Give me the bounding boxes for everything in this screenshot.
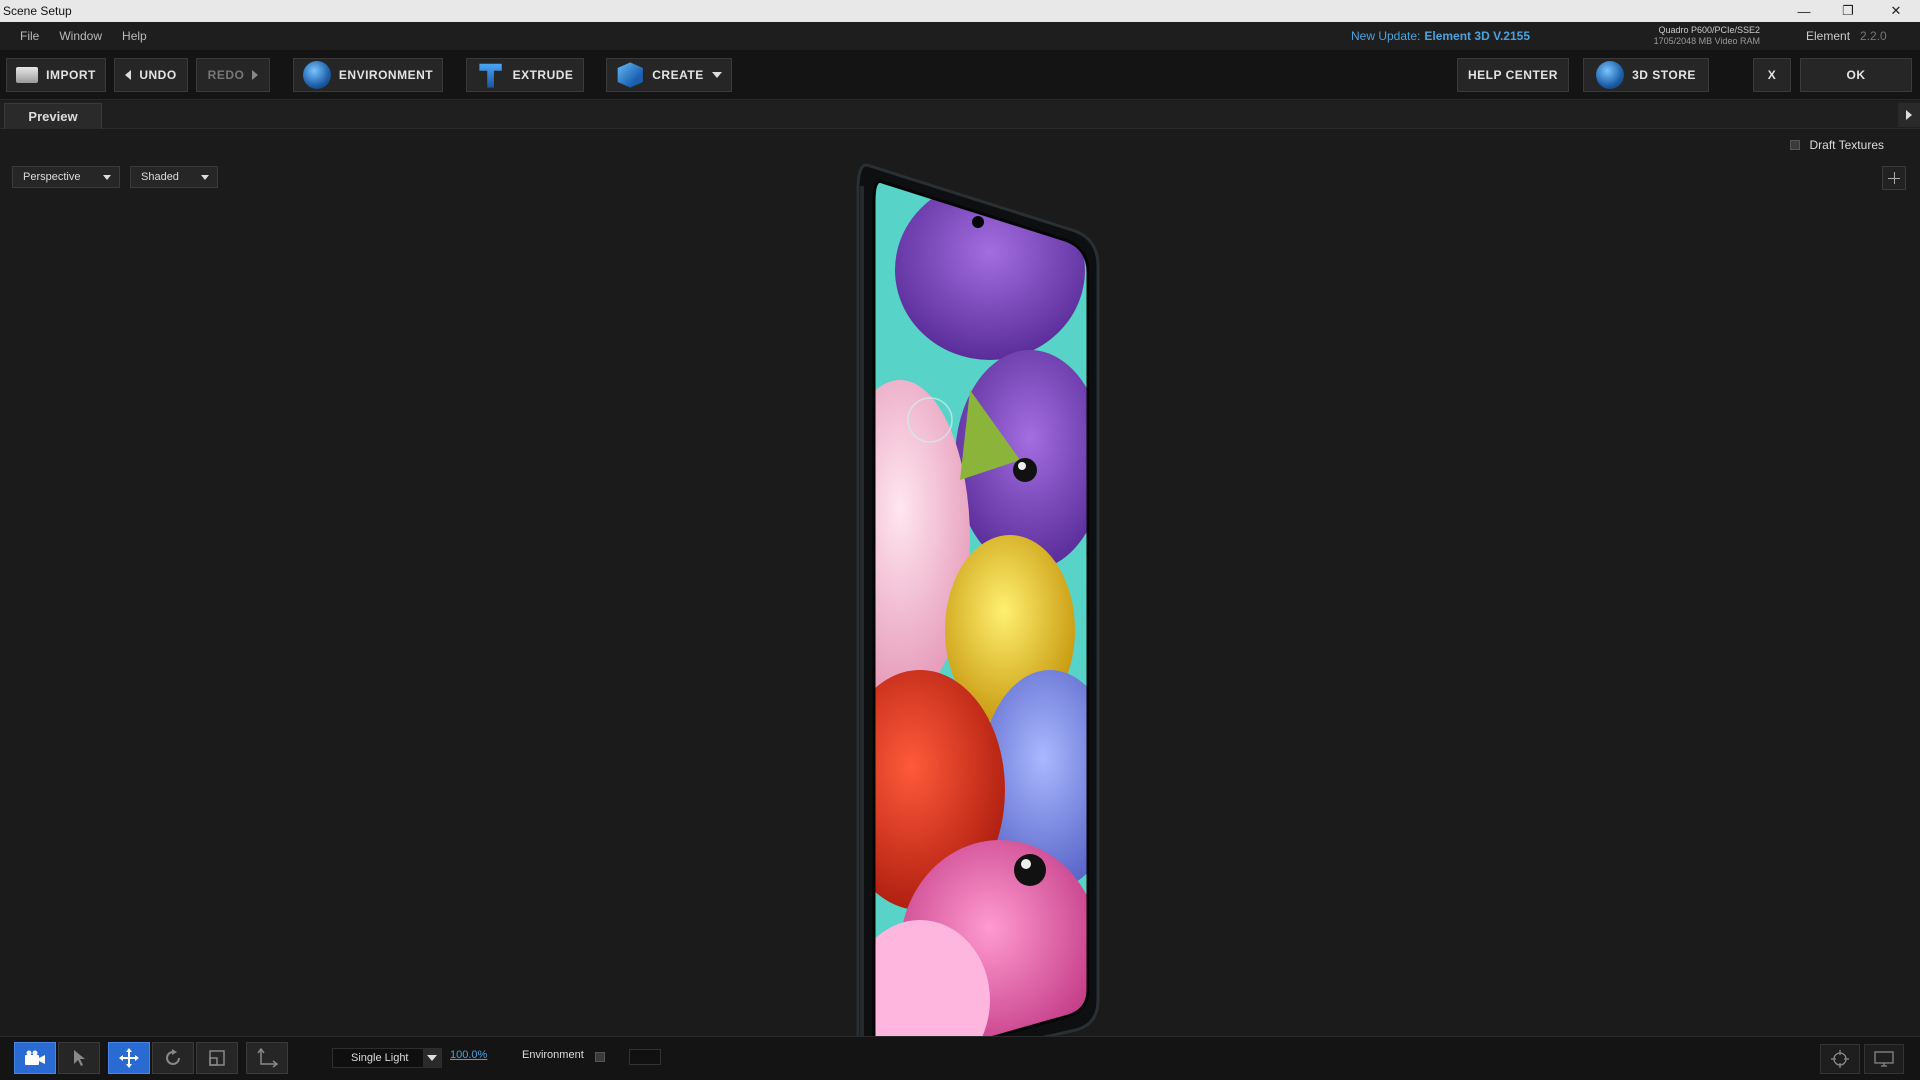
crosshair-icon bbox=[1831, 1050, 1849, 1068]
camera-icon bbox=[25, 1050, 45, 1065]
cursor-arrow-icon bbox=[74, 1050, 85, 1066]
folder-icon bbox=[16, 67, 39, 83]
move-tool-button[interactable] bbox=[108, 1042, 150, 1074]
cancel-label: X bbox=[1767, 68, 1777, 82]
chevron-right-icon bbox=[1906, 110, 1912, 120]
menu-bar: File Window Help New Update: Element 3D … bbox=[0, 22, 1920, 50]
main-toolbar: IMPORT UNDO REDO ENVIRONMENT EXTRUDE CRE… bbox=[0, 50, 1920, 100]
redo-label: REDO bbox=[207, 68, 245, 82]
3d-store-label: 3D STORE bbox=[1632, 68, 1696, 82]
panel-expand-button[interactable] bbox=[1898, 103, 1920, 127]
scale-icon bbox=[209, 1050, 225, 1066]
render-settings-button[interactable] bbox=[1820, 1044, 1860, 1074]
redo-button[interactable]: REDO bbox=[196, 58, 270, 92]
menu-window[interactable]: Window bbox=[49, 29, 112, 43]
lighting-mode-value: Single Light bbox=[351, 1052, 409, 1064]
app-version-number: 2.2.0 bbox=[1860, 29, 1887, 43]
help-center-label: HELP CENTER bbox=[1468, 68, 1558, 82]
camera-mode-value: Perspective bbox=[23, 171, 81, 183]
lighting-mode-dropdown[interactable]: Single Light bbox=[332, 1048, 442, 1068]
move-arrows-icon bbox=[119, 1048, 139, 1068]
gpu-name: Quadro P600/PCIe/SSE2 bbox=[1658, 25, 1760, 35]
help-center-button[interactable]: HELP CENTER bbox=[1457, 58, 1569, 92]
app-name: Element bbox=[1806, 29, 1851, 43]
chevron-down-icon bbox=[201, 174, 209, 180]
rotate-icon bbox=[166, 1049, 180, 1065]
environment-swatch[interactable] bbox=[629, 1049, 661, 1065]
camera-tool-button[interactable] bbox=[14, 1042, 56, 1074]
shading-mode-value: Shaded bbox=[141, 171, 179, 183]
undo-arrow-icon bbox=[125, 70, 132, 80]
create-button[interactable]: CREATE bbox=[606, 58, 732, 92]
display-output-button[interactable] bbox=[1864, 1044, 1904, 1074]
ok-label: OK bbox=[1846, 68, 1866, 82]
monitor-icon bbox=[1874, 1051, 1894, 1067]
window-title: Scene Setup bbox=[3, 4, 72, 18]
menu-file[interactable]: File bbox=[0, 29, 49, 43]
environment-button[interactable]: ENVIRONMENT bbox=[293, 58, 443, 92]
extrude-label: EXTRUDE bbox=[512, 68, 574, 82]
close-window-button[interactable]: ✕ bbox=[1874, 0, 1918, 22]
chevron-down-icon bbox=[711, 72, 722, 78]
update-prefix: New Update: bbox=[1351, 29, 1421, 43]
extrude-button[interactable]: EXTRUDE bbox=[466, 58, 584, 92]
select-tool-button[interactable] bbox=[58, 1042, 100, 1074]
gpu-memory: 1705/2048 MB Video RAM bbox=[1653, 36, 1760, 46]
tab-preview[interactable]: Preview bbox=[4, 103, 102, 129]
axis-tool-button[interactable] bbox=[246, 1042, 288, 1074]
gpu-info: Quadro P600/PCIe/SSE2 1705/2048 MB Video… bbox=[1640, 25, 1760, 47]
restore-button[interactable]: ❐ bbox=[1826, 0, 1870, 22]
undo-button[interactable]: UNDO bbox=[114, 58, 188, 92]
environment-checkbox[interactable] bbox=[595, 1052, 605, 1062]
cancel-button[interactable]: X bbox=[1753, 58, 1791, 92]
preview-viewport[interactable]: Draft Textures Perspective Shaded bbox=[0, 130, 1920, 1036]
extrude-icon bbox=[479, 63, 502, 88]
rotate-tool-button[interactable] bbox=[152, 1042, 194, 1074]
import-label: IMPORT bbox=[46, 68, 96, 82]
chevron-down-icon bbox=[103, 174, 111, 180]
minimize-button[interactable]: — bbox=[1782, 0, 1826, 22]
menu-help[interactable]: Help bbox=[112, 29, 157, 43]
draft-textures-label: Draft Textures bbox=[1809, 138, 1884, 152]
cube-icon bbox=[617, 62, 643, 88]
redo-arrow-icon bbox=[252, 70, 259, 80]
chevron-down-icon bbox=[423, 1049, 441, 1067]
draft-textures-toggle[interactable]: Draft Textures bbox=[1789, 138, 1884, 152]
app-version: Element 2.2.0 bbox=[1806, 22, 1887, 50]
phone-3d-model[interactable] bbox=[840, 160, 1100, 1036]
maximize-viewport-icon[interactable] bbox=[1882, 166, 1906, 190]
environment-toggle-label: Environment bbox=[522, 1049, 584, 1061]
shading-mode-dropdown[interactable]: Shaded bbox=[130, 166, 218, 188]
update-notice[interactable]: New Update: Element 3D V.2155 bbox=[1351, 22, 1530, 50]
axis-icon bbox=[257, 1048, 278, 1068]
globe-icon bbox=[302, 61, 331, 89]
undo-label: UNDO bbox=[139, 68, 177, 82]
bottom-toolbar: Single Light 100.0% Environment bbox=[0, 1036, 1920, 1080]
environment-label: ENVIRONMENT bbox=[338, 68, 434, 82]
camera-mode-dropdown[interactable]: Perspective bbox=[12, 166, 120, 188]
draft-textures-checkbox[interactable] bbox=[1789, 140, 1800, 150]
3d-store-button[interactable]: 3D STORE bbox=[1583, 58, 1709, 92]
store-globe-icon bbox=[1596, 61, 1625, 89]
update-version[interactable]: Element 3D V.2155 bbox=[1424, 29, 1530, 43]
tab-bar: Preview bbox=[0, 101, 1920, 129]
window-title-bar: Scene Setup — ❐ ✕ bbox=[0, 0, 1920, 22]
scale-tool-button[interactable] bbox=[196, 1042, 238, 1074]
ok-button[interactable]: OK bbox=[1800, 58, 1912, 92]
light-intensity-value[interactable]: 100.0% bbox=[450, 1049, 487, 1061]
create-label: CREATE bbox=[652, 68, 704, 82]
import-button[interactable]: IMPORT bbox=[6, 58, 106, 92]
